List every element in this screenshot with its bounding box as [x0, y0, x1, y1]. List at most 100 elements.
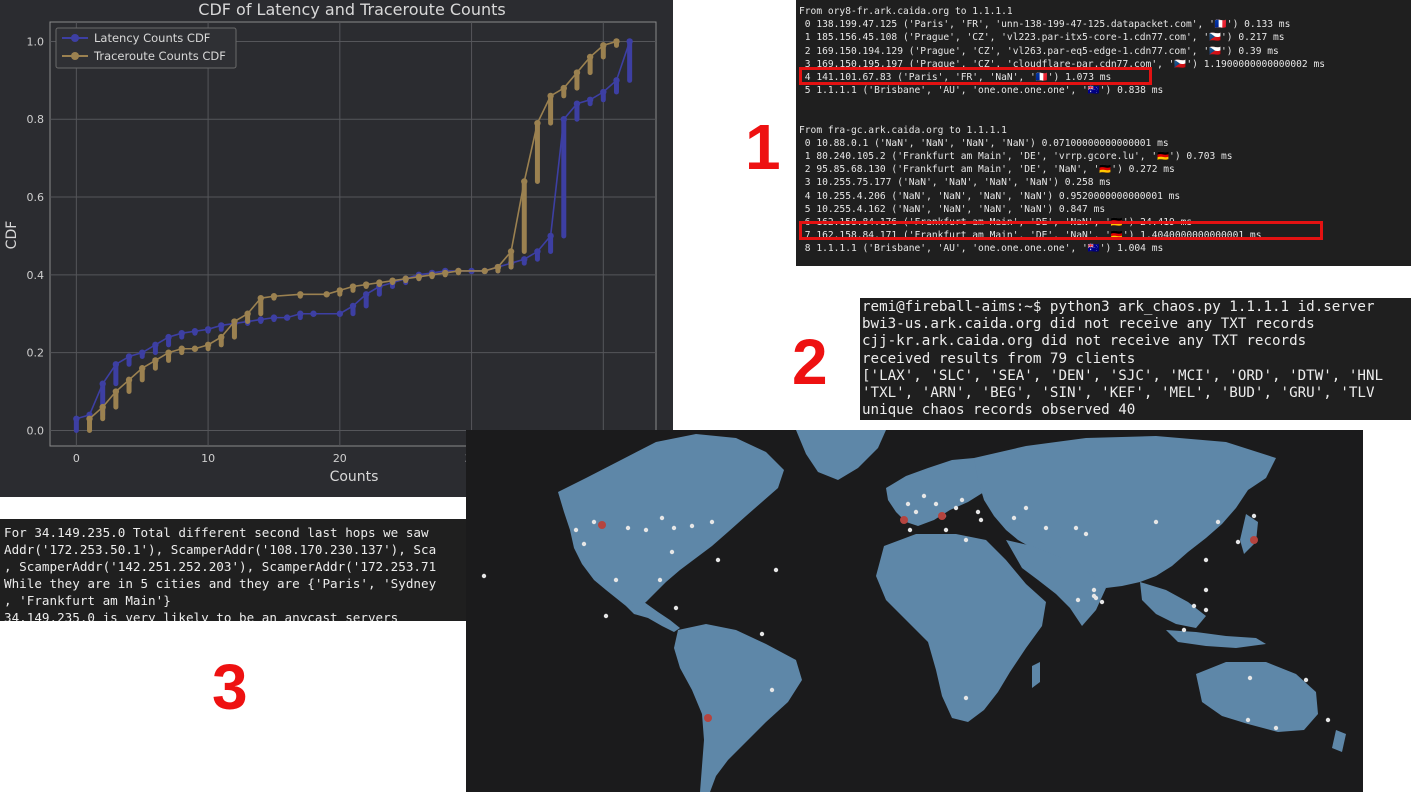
- data-point-0: [139, 349, 146, 356]
- terminal-line: , ScamperAddr('142.251.252.203'), Scampe…: [4, 559, 437, 574]
- data-point-0: [573, 100, 581, 107]
- data-point-1: [244, 310, 251, 317]
- chaos-terminal: remi@fireball-aims:~$ python3 ark_chaos.…: [860, 298, 1411, 420]
- japan: [1240, 514, 1258, 554]
- map-marker: [907, 527, 913, 533]
- data-point-0: [152, 341, 159, 349]
- data-point-1: [376, 279, 383, 286]
- map-marker-highlight: [598, 521, 606, 529]
- map-marker-highlight: [704, 714, 712, 722]
- highlight-box-paris-hop: [799, 67, 1152, 85]
- map-marker: [1083, 531, 1089, 537]
- legend-marker-traceroute: [71, 52, 79, 60]
- data-point-1: [99, 403, 106, 411]
- x-axis-label: Counts: [330, 469, 379, 485]
- terminal-line: From fra-gc.ark.caida.org to 1.1.1.1: [799, 124, 1007, 136]
- map-marker: [1303, 677, 1309, 683]
- terminal-line: unique chaos records observed 40: [862, 402, 1136, 419]
- map-marker: [1251, 513, 1257, 519]
- map-marker: [773, 567, 779, 573]
- map-marker: [1043, 525, 1049, 531]
- data-point-1: [257, 294, 264, 302]
- map-marker: [669, 549, 675, 555]
- data-point-1: [481, 267, 488, 275]
- map-marker: [1023, 505, 1029, 511]
- map-marker: [963, 695, 969, 701]
- data-point-0: [613, 77, 620, 84]
- data-point-1: [152, 357, 159, 364]
- map-marker: [1181, 627, 1187, 633]
- map-marker: [1075, 597, 1081, 603]
- terminal-line: 34.149.235.0 is very likely to be an any…: [4, 610, 399, 621]
- data-point-0: [336, 310, 344, 317]
- map-marker: [1325, 717, 1331, 723]
- anycast-terminal: For 34.149.235.0 Total different second …: [0, 519, 466, 621]
- map-marker: [1073, 525, 1079, 531]
- terminal-line: 5 10.255.4.162 ('NaN', 'NaN', 'NaN', 'Na…: [799, 203, 1106, 215]
- data-point-0: [600, 88, 607, 96]
- terminal-line: Addr('172.253.50.1'), ScamperAddr('108.1…: [4, 542, 437, 557]
- data-point-1: [125, 376, 133, 384]
- data-point-1: [613, 38, 620, 45]
- terminal-line: 'TXL', 'ARN', 'BEG', 'SIN', 'KEF', 'MEL'…: [862, 385, 1375, 402]
- map-marker: [933, 501, 939, 507]
- y-tick-label: 0.6: [27, 191, 45, 204]
- terminal-line: 2 95.85.68.130 ('Frankfurt am Main', 'DE…: [799, 164, 1175, 176]
- terminal-line: bwi3-us.ark.caida.org did not receive an…: [862, 316, 1315, 333]
- y-axis-label: CDF: [4, 221, 20, 250]
- map-marker-highlight: [938, 512, 946, 520]
- annotation-number-1: 1: [745, 111, 781, 183]
- terminal-line: 5 1.1.1.1 ('Brisbane', 'AU', 'one.one.on…: [799, 85, 1164, 97]
- cdf-chart: 0102030400.00.20.40.60.81.0 CDF of Laten…: [4, 0, 657, 485]
- terminal-line: 4 10.255.4.206 ('NaN', 'NaN', 'NaN', 'Na…: [799, 190, 1181, 202]
- map-marker: [1011, 515, 1017, 521]
- map-marker: [1235, 539, 1241, 545]
- data-point-0: [218, 322, 225, 329]
- map-marker: [689, 523, 695, 529]
- cdf-chart-panel: 0102030400.00.20.40.60.81.0 CDF of Laten…: [0, 0, 673, 497]
- central-america: [626, 602, 680, 632]
- y-tick-label: 0.4: [27, 269, 45, 282]
- indonesia: [1166, 630, 1266, 648]
- world-map-panel: [466, 430, 1363, 792]
- map-marker: [921, 493, 927, 499]
- map-marker: [591, 519, 597, 525]
- new-zealand: [1332, 730, 1346, 752]
- data-point-0: [257, 316, 264, 323]
- data-point-0: [362, 291, 370, 298]
- map-marker: [913, 509, 919, 515]
- chart-title: CDF of Latency and Traceroute Counts: [198, 0, 505, 19]
- map-marker: [709, 519, 715, 525]
- data-point-0: [586, 96, 594, 103]
- data-point-1: [521, 178, 528, 185]
- map-marker-highlight: [900, 516, 908, 524]
- map-marker-highlight: [1250, 536, 1258, 544]
- data-point-0: [125, 353, 133, 360]
- data-point-1: [165, 349, 172, 356]
- data-point-1: [547, 92, 554, 100]
- map-marker: [943, 527, 949, 533]
- data-point-0: [534, 248, 541, 255]
- map-marker: [1273, 725, 1279, 731]
- data-point-1: [270, 293, 278, 300]
- terminal-line: 0 10.88.0.1 ('NaN', 'NaN', 'NaN', 'NaN')…: [799, 137, 1169, 149]
- greenland: [796, 430, 886, 480]
- map-marker: [671, 525, 677, 531]
- data-point-1: [323, 291, 330, 298]
- southeast-asia: [1140, 582, 1206, 628]
- data-point-1: [455, 267, 462, 275]
- map-marker: [643, 527, 649, 533]
- data-point-0: [283, 314, 291, 321]
- legend-label-traceroute: Traceroute Counts CDF: [93, 49, 226, 63]
- y-tick-label: 0.8: [27, 113, 45, 126]
- map-marker: [1153, 519, 1159, 525]
- map-marker: [657, 577, 663, 583]
- data-point-1: [600, 42, 607, 49]
- world-map: [481, 430, 1346, 792]
- data-point-0: [297, 310, 304, 317]
- map-marker: [959, 497, 965, 503]
- data-point-0: [112, 361, 120, 368]
- map-marker: [1091, 587, 1097, 593]
- data-point-1: [586, 53, 594, 61]
